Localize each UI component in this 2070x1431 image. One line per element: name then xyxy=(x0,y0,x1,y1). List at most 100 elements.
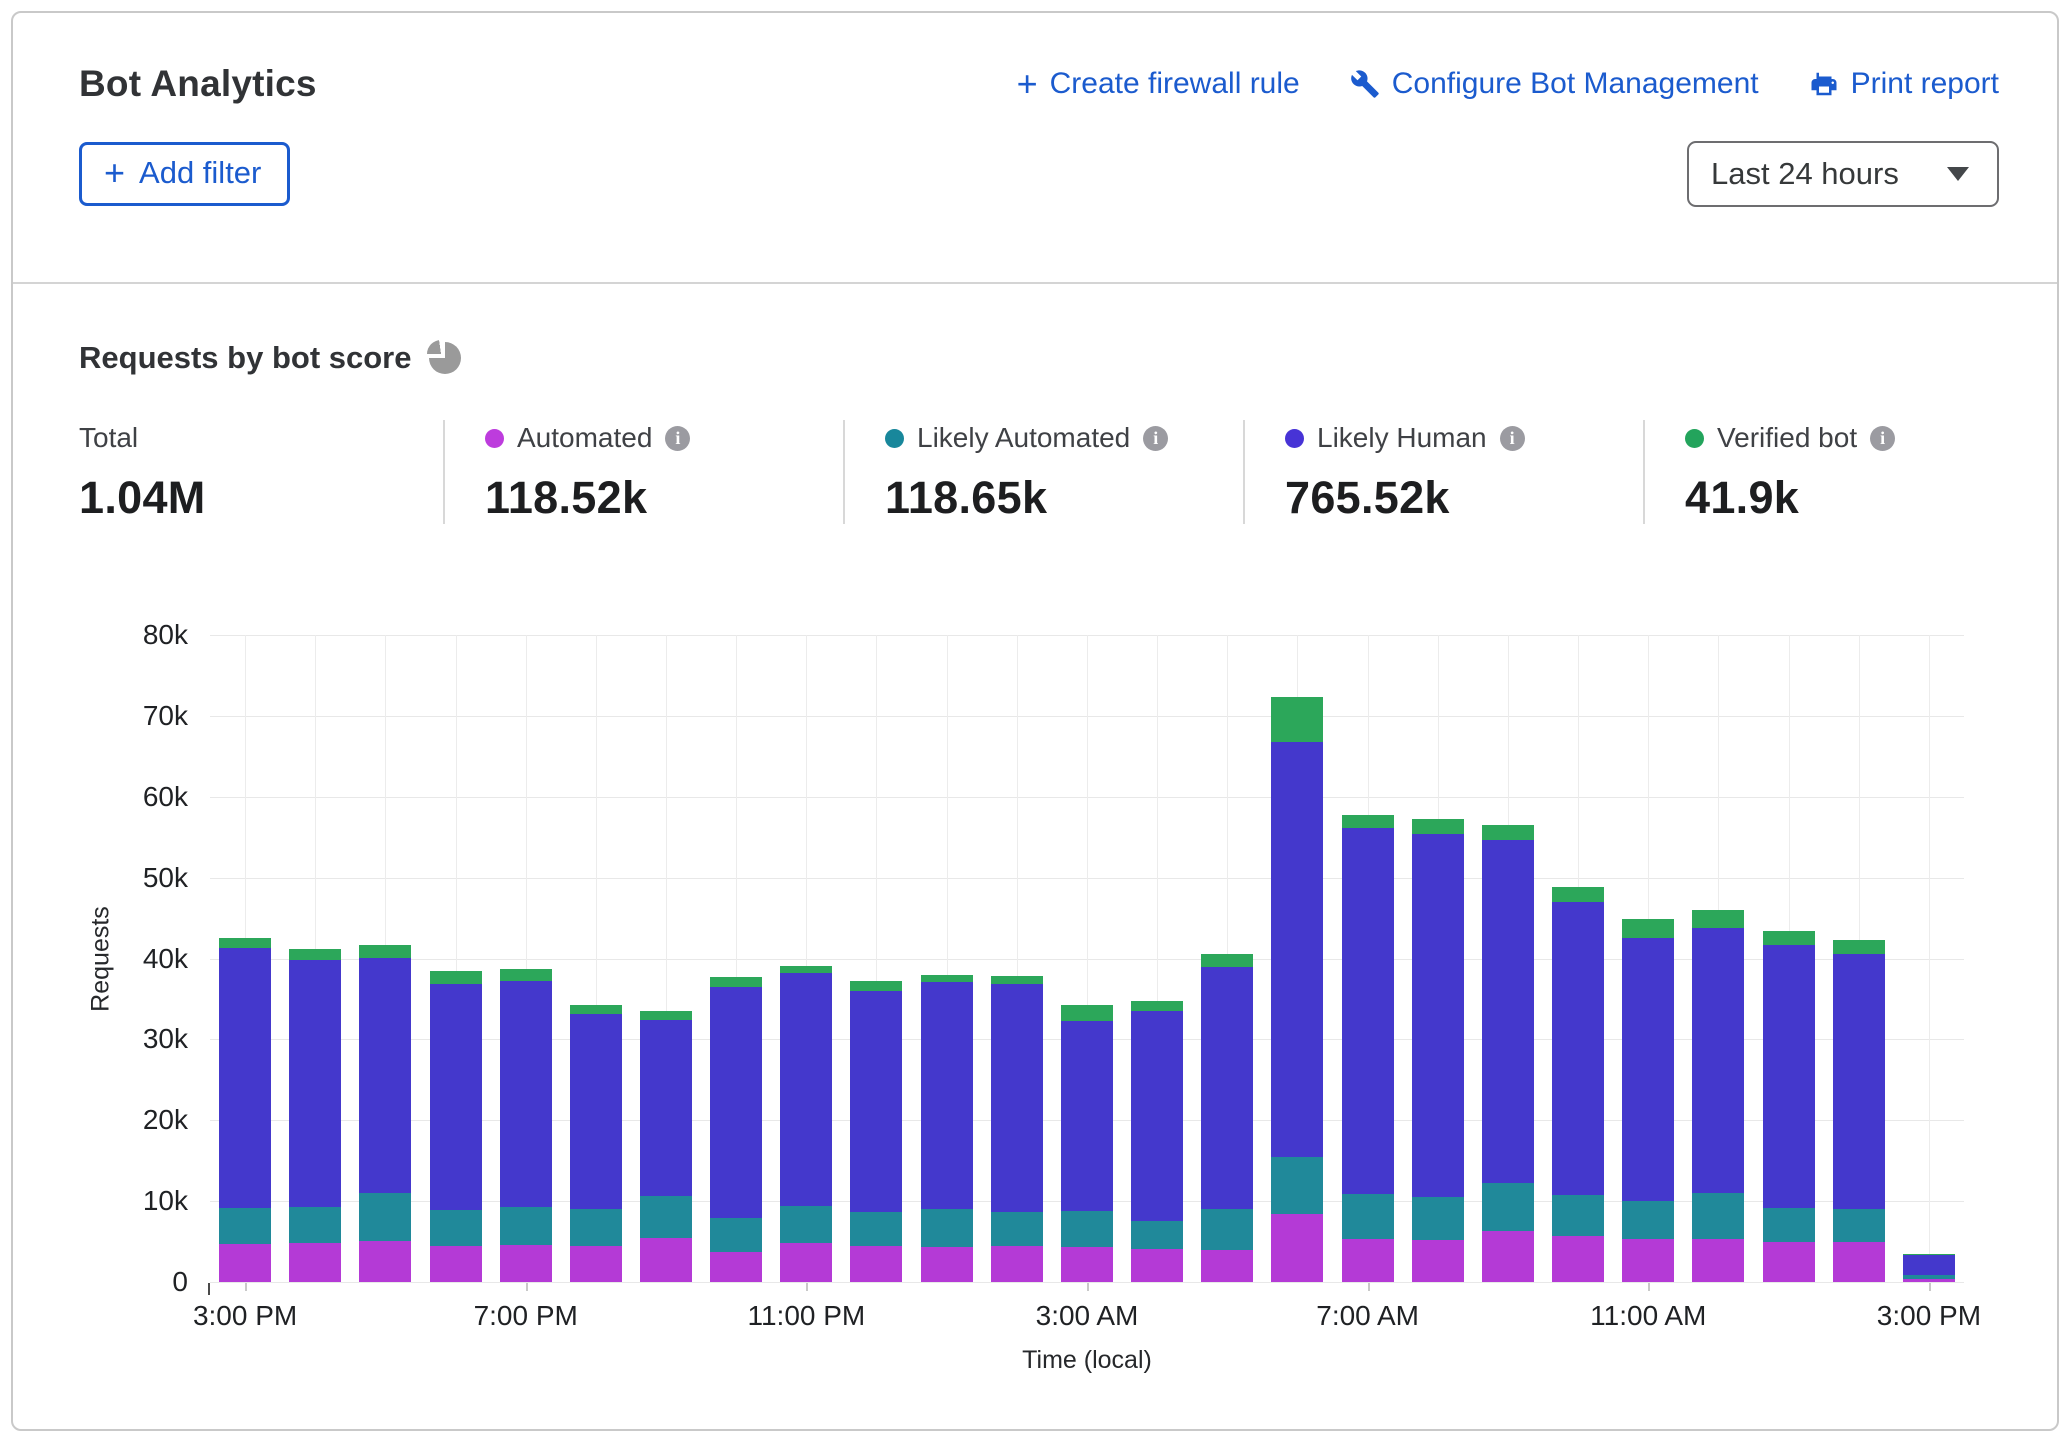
bar-3-00-pm[interactable] xyxy=(210,635,280,1282)
info-icon[interactable]: i xyxy=(1500,426,1525,451)
segment-likely-human xyxy=(1833,954,1885,1209)
x-tick xyxy=(806,1283,808,1291)
segment-likely-human xyxy=(1692,928,1744,1193)
segment-likely-automated xyxy=(500,1207,552,1245)
bar-stack xyxy=(1763,635,1815,1282)
segment-verified-bot xyxy=(850,981,902,991)
configure-bot-management-label: Configure Bot Management xyxy=(1392,67,1759,101)
segment-verified-bot xyxy=(1271,697,1323,742)
bar-11-00-am[interactable] xyxy=(1613,635,1683,1282)
y-tick-label: 0 xyxy=(38,1266,188,1298)
stat-value: 1.04M xyxy=(79,472,443,524)
segment-automated xyxy=(1061,1247,1113,1282)
printer-icon xyxy=(1809,69,1839,99)
bar-stack xyxy=(1412,635,1464,1282)
segment-likely-human xyxy=(1482,840,1534,1184)
bar-12-00-am[interactable] xyxy=(841,635,911,1282)
page-title: Bot Analytics xyxy=(79,63,317,105)
legend-dot xyxy=(885,429,904,448)
bar-8-00-am[interactable] xyxy=(1403,635,1473,1282)
segment-likely-automated xyxy=(1131,1221,1183,1249)
bar-5-00-am[interactable] xyxy=(1192,635,1262,1282)
bar-3-00-am[interactable] xyxy=(1052,635,1122,1282)
x-tick-label: 3:00 AM xyxy=(1036,1300,1139,1332)
segment-automated xyxy=(921,1247,973,1282)
segment-automated xyxy=(570,1246,622,1282)
info-icon[interactable]: i xyxy=(1870,426,1895,451)
segment-verified-bot xyxy=(991,976,1043,984)
configure-bot-management-link[interactable]: Configure Bot Management xyxy=(1350,67,1759,101)
time-range-value: Last 24 hours xyxy=(1711,156,1899,192)
bar-4-00-am[interactable] xyxy=(1122,635,1192,1282)
bar-stack xyxy=(850,635,902,1282)
bar-stack xyxy=(1692,635,1744,1282)
segment-likely-automated xyxy=(1552,1195,1604,1235)
segment-automated xyxy=(430,1246,482,1282)
segment-likely-human xyxy=(289,960,341,1207)
y-tick-label: 40k xyxy=(38,943,188,975)
stat-label: Likely Human xyxy=(1317,422,1487,454)
segment-verified-bot xyxy=(1552,887,1604,902)
bar-7-00-am[interactable] xyxy=(1333,635,1403,1282)
segment-likely-human xyxy=(1342,828,1394,1194)
segment-likely-human xyxy=(991,984,1043,1212)
bar-2-00-am[interactable] xyxy=(982,635,1052,1282)
segment-automated xyxy=(219,1244,271,1282)
segment-automated xyxy=(1271,1214,1323,1282)
segment-likely-automated xyxy=(570,1209,622,1245)
bar-stack xyxy=(500,635,552,1282)
y-tick-label: 60k xyxy=(38,781,188,813)
print-report-link[interactable]: Print report xyxy=(1809,67,1999,101)
segment-automated xyxy=(1201,1250,1253,1282)
bar-1-00-pm[interactable] xyxy=(1753,635,1823,1282)
bar-4-00-pm[interactable] xyxy=(280,635,350,1282)
segment-automated xyxy=(1833,1242,1885,1282)
x-tick xyxy=(526,1283,528,1291)
segment-automated xyxy=(1622,1239,1674,1282)
time-range-select[interactable]: Last 24 hours xyxy=(1687,141,1999,207)
bar-9-00-pm[interactable] xyxy=(631,635,701,1282)
bar-5-00-pm[interactable] xyxy=(350,635,420,1282)
bar-stack xyxy=(921,635,973,1282)
y-tick-label: 70k xyxy=(38,700,188,732)
create-firewall-rule-link[interactable]: + Create firewall rule xyxy=(1017,67,1300,101)
stat-value: 118.52k xyxy=(485,472,843,524)
stat-verified-bot: Verified boti41.9k xyxy=(1643,420,2043,524)
add-filter-label: Add filter xyxy=(139,155,261,191)
segment-likely-automated xyxy=(850,1212,902,1246)
segment-likely-human xyxy=(640,1020,692,1196)
bar-6-00-pm[interactable] xyxy=(420,635,490,1282)
segment-automated xyxy=(359,1241,411,1282)
bar-stack xyxy=(640,635,692,1282)
y-tick-label: 20k xyxy=(38,1104,188,1136)
bar-stack xyxy=(1271,635,1323,1282)
plus-icon: + xyxy=(1017,69,1038,99)
segment-likely-human xyxy=(500,981,552,1207)
bar-1-00-am[interactable] xyxy=(912,635,982,1282)
segment-likely-human xyxy=(780,973,832,1206)
bar-7-00-pm[interactable] xyxy=(491,635,561,1282)
add-filter-button[interactable]: + Add filter xyxy=(79,142,290,206)
bar-6-00-am[interactable] xyxy=(1262,635,1332,1282)
segment-verified-bot xyxy=(289,949,341,960)
x-tick xyxy=(1929,1283,1931,1291)
segment-likely-automated xyxy=(289,1207,341,1243)
segment-likely-automated xyxy=(780,1206,832,1243)
bar-9-00-am[interactable] xyxy=(1473,635,1543,1282)
bar-10-00-am[interactable] xyxy=(1543,635,1613,1282)
pie-chart-icon xyxy=(429,342,461,374)
bar-3-00-pm[interactable] xyxy=(1894,635,1964,1282)
info-icon[interactable]: i xyxy=(665,426,690,451)
bar-stack xyxy=(359,635,411,1282)
bar-10-00-pm[interactable] xyxy=(701,635,771,1282)
segment-verified-bot xyxy=(570,1005,622,1014)
x-tick-label: 11:00 AM xyxy=(1590,1300,1706,1332)
requests-by-bot-score-section: Requests by bot score Total1.04MAutomate… xyxy=(13,284,2057,1364)
x-tick-label: 7:00 AM xyxy=(1316,1300,1419,1332)
info-icon[interactable]: i xyxy=(1143,426,1168,451)
bar-8-00-pm[interactable] xyxy=(561,635,631,1282)
segment-likely-automated xyxy=(1271,1157,1323,1214)
bar-12-00-pm[interactable] xyxy=(1683,635,1753,1282)
bar-11-00-pm[interactable] xyxy=(771,635,841,1282)
bar-2-00-pm[interactable] xyxy=(1824,635,1894,1282)
